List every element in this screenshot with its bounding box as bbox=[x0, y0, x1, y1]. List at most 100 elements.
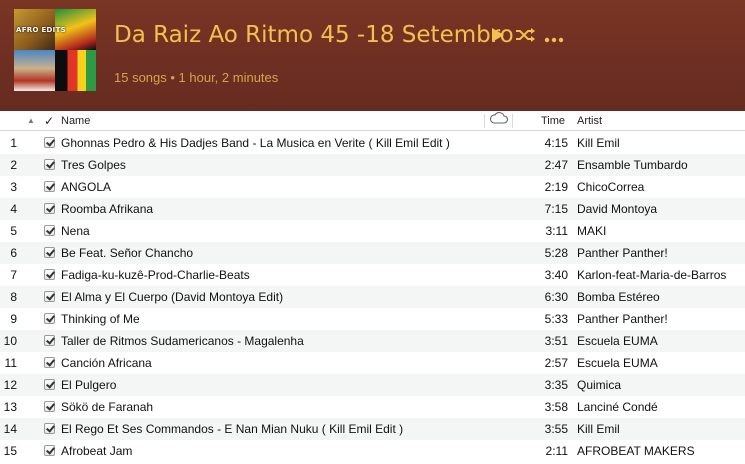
track-time: 3:40 bbox=[544, 268, 568, 282]
track-number: 14 bbox=[3, 422, 17, 436]
track-number: 11 bbox=[4, 356, 17, 370]
track-row[interactable]: 2 Tres Golpes 2:47 Ensamble Tumbardo bbox=[0, 154, 745, 176]
track-number: 4 bbox=[10, 202, 17, 216]
column-header-check[interactable]: ✓ bbox=[44, 111, 54, 131]
track-artist: Escuela EUMA bbox=[577, 356, 658, 370]
shuffle-button[interactable] bbox=[515, 27, 535, 43]
track-row[interactable]: 9 Thinking of Me 5:33 Panther Panther! bbox=[0, 308, 745, 330]
track-name: Nena bbox=[61, 224, 90, 238]
track-number: 15 bbox=[3, 444, 17, 458]
track-checkbox[interactable] bbox=[44, 269, 55, 280]
track-number: 10 bbox=[3, 334, 17, 348]
play-button[interactable] bbox=[490, 26, 506, 44]
track-row[interactable]: 15 Afrobeat Jam 2:11 AFROBEAT MAKERS bbox=[0, 440, 745, 462]
shuffle-icon bbox=[516, 28, 535, 42]
track-row[interactable]: 1 Ghonnas Pedro & His Dadjes Band - La Mu… bbox=[0, 132, 745, 154]
track-checkbox[interactable] bbox=[44, 247, 55, 258]
more-icon bbox=[544, 37, 564, 43]
track-number: 7 bbox=[10, 268, 17, 282]
track-checkbox[interactable] bbox=[44, 225, 55, 236]
track-checkbox[interactable] bbox=[44, 291, 55, 302]
track-checkbox[interactable] bbox=[44, 137, 55, 148]
track-number: 5 bbox=[10, 224, 17, 238]
track-checkbox[interactable] bbox=[44, 203, 55, 214]
column-header-bar: ▲ ✓ Name Time Artist bbox=[0, 111, 745, 131]
track-artist: AFROBEAT MAKERS bbox=[577, 444, 695, 458]
track-checkbox[interactable] bbox=[44, 313, 55, 324]
artwork-quadrant bbox=[55, 50, 96, 91]
track-row[interactable]: 5 Nena 3:11 MAKI bbox=[0, 220, 745, 242]
artwork-caption: AFRO EDITS bbox=[16, 26, 66, 34]
track-row[interactable]: 8 El Alma y El Cuerpo (David Montoya Edit… bbox=[0, 286, 745, 308]
track-time: 2:47 bbox=[544, 158, 568, 172]
track-checkbox[interactable] bbox=[44, 357, 55, 368]
track-artist: Panther Panther! bbox=[577, 312, 668, 326]
playlist-artwork[interactable] bbox=[14, 9, 96, 91]
track-name: ANGOLA bbox=[61, 180, 112, 194]
track-checkbox[interactable] bbox=[44, 335, 55, 346]
track-name: El Pulgero bbox=[61, 378, 117, 392]
playlist-title: Da Raiz Ao Ritmo 45 -18 Setembro bbox=[114, 22, 514, 48]
track-number: 9 bbox=[10, 312, 17, 326]
track-time: 4:15 bbox=[544, 136, 568, 150]
track-time: 3:51 bbox=[544, 334, 568, 348]
track-name: Tres Golpes bbox=[61, 158, 126, 172]
more-options-button[interactable] bbox=[544, 31, 564, 43]
column-header-artist[interactable]: Artist bbox=[577, 111, 602, 131]
track-time: 2:57 bbox=[544, 356, 568, 370]
track-row[interactable]: 10 Taller de Ritmos Sudamericanos - Magal… bbox=[0, 330, 745, 352]
track-number: 13 bbox=[3, 400, 17, 414]
track-time: 6:30 bbox=[544, 290, 568, 304]
track-number: 8 bbox=[10, 290, 17, 304]
track-name: Roomba Afrikana bbox=[61, 202, 154, 216]
track-number: 2 bbox=[10, 158, 17, 172]
track-checkbox[interactable] bbox=[44, 445, 55, 456]
track-artist: David Montoya bbox=[577, 202, 658, 216]
track-number: 1 bbox=[10, 136, 17, 150]
track-artist: Karlon-feat-Maria-de-Barros bbox=[577, 268, 727, 282]
column-header-cloud[interactable] bbox=[489, 111, 509, 131]
track-number: 12 bbox=[3, 378, 17, 392]
track-time: 3:58 bbox=[544, 400, 568, 414]
track-time: 3:55 bbox=[544, 422, 568, 436]
track-artist: Escuela EUMA bbox=[577, 334, 658, 348]
track-row[interactable]: 13 Sökö de Faranah 3:58 Lanciné Condé bbox=[0, 396, 745, 418]
track-time: 2:11 bbox=[545, 444, 568, 458]
column-separator bbox=[512, 114, 513, 128]
track-checkbox[interactable] bbox=[44, 401, 55, 412]
sort-indicator[interactable]: ▲ bbox=[27, 111, 35, 131]
track-row[interactable]: 11 Canción Africana 2:57 Escuela EUMA bbox=[0, 352, 745, 374]
track-artist: ChicoCorrea bbox=[577, 180, 645, 194]
artwork-quadrant bbox=[14, 50, 55, 91]
track-checkbox[interactable] bbox=[44, 423, 55, 434]
column-header-time[interactable]: Time bbox=[541, 111, 565, 131]
track-row[interactable]: 6 Be Feat. Señor Chancho 5:28 Panther Panth… bbox=[0, 242, 745, 264]
track-artist: Lanciné Condé bbox=[577, 400, 658, 414]
track-row[interactable]: 14 El Rego Et Ses Commandos - E Nan Mian … bbox=[0, 418, 745, 440]
playlist-header: AFRO EDITS Da Raiz Ao Ritmo 45 -18 Setem… bbox=[0, 0, 745, 111]
track-name: Afrobeat Jam bbox=[61, 444, 133, 458]
track-row[interactable]: 12 El Pulgero 3:35 Quimica bbox=[0, 374, 745, 396]
track-artist: Kill Emil bbox=[577, 422, 620, 436]
track-time: 5:28 bbox=[544, 246, 568, 260]
track-number: 6 bbox=[10, 246, 17, 260]
track-time: 2:19 bbox=[544, 180, 568, 194]
play-icon bbox=[492, 28, 504, 42]
track-name: El Alma y El Cuerpo (David Montoya Edit) bbox=[61, 290, 284, 304]
track-name: Taller de Ritmos Sudamericanos - Magalen… bbox=[61, 334, 304, 348]
track-checkbox[interactable] bbox=[44, 159, 55, 170]
track-checkbox[interactable] bbox=[44, 379, 55, 390]
track-checkbox[interactable] bbox=[44, 181, 55, 192]
column-header-name[interactable]: Name bbox=[61, 111, 90, 131]
track-list: 1 Ghonnas Pedro & His Dadjes Band - La Mu… bbox=[0, 132, 745, 462]
track-row[interactable]: 7 Fadiga-ku-kuzê-Prod-Charlie-Beats 3:40 Ka… bbox=[0, 264, 745, 286]
track-name: Be Feat. Señor Chancho bbox=[61, 246, 194, 260]
track-name: El Rego Et Ses Commandos - E Nan Mian Nu… bbox=[61, 422, 404, 436]
track-time: 7:15 bbox=[544, 202, 568, 216]
track-row[interactable]: 4 Roomba Afrikana 7:15 David Montoya bbox=[0, 198, 745, 220]
track-number: 3 bbox=[10, 180, 17, 194]
track-name: Sökö de Faranah bbox=[61, 400, 154, 414]
track-row[interactable]: 3 ANGOLA 2:19 ChicoCorrea bbox=[0, 176, 745, 198]
track-artist: MAKI bbox=[577, 224, 607, 238]
track-time: 3:11 bbox=[545, 224, 568, 238]
